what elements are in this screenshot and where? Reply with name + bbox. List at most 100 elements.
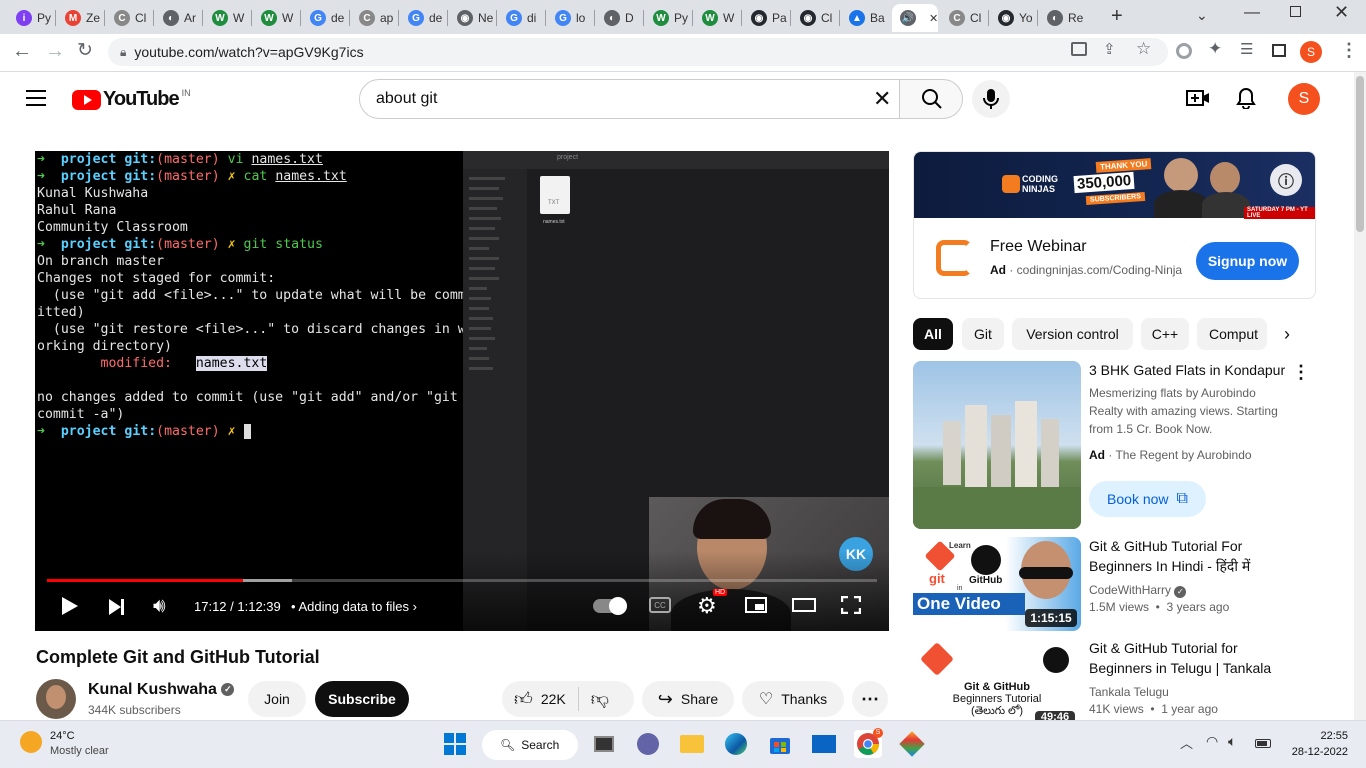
browser-tab[interactable]: Glo <box>547 4 593 32</box>
weather-moon-icon[interactable] <box>20 731 42 753</box>
weather-temp[interactable]: 24°C <box>50 730 75 742</box>
rec-thumbnail-1[interactable]: Learn git GitHub in One Video 1:15:15 <box>913 537 1081 631</box>
filter-chip[interactable]: C++ <box>1141 318 1189 350</box>
ad-info-icon[interactable]: ⓘ <box>1270 164 1302 196</box>
clock-time[interactable]: 22:55 <box>1310 730 1348 742</box>
voice-search-button[interactable] <box>972 80 1010 118</box>
settings-gear-icon[interactable]: ⚙ <box>697 593 717 619</box>
account-avatar[interactable]: S <box>1288 83 1320 115</box>
miniplayer-icon[interactable] <box>745 597 767 613</box>
new-tab-button[interactable]: + <box>1111 6 1131 26</box>
filter-chip[interactable]: All <box>913 318 953 350</box>
thanks-button[interactable]: ♡ Thanks <box>742 681 844 717</box>
microsoft-store-icon[interactable] <box>766 730 794 758</box>
reading-list-icon[interactable]: ☰ <box>1240 40 1253 58</box>
autoplay-toggle[interactable] <box>593 597 627 615</box>
join-button[interactable]: Join <box>248 681 306 717</box>
rec-channel-2[interactable]: Tankala Telugu <box>1089 683 1169 701</box>
filter-chip[interactable]: Comput <box>1197 318 1267 350</box>
fullscreen-icon[interactable] <box>840 595 862 615</box>
share-button[interactable]: ↪ Share <box>642 681 734 717</box>
create-video-icon[interactable] <box>1186 88 1210 108</box>
next-video-icon[interactable] <box>109 599 124 615</box>
chapter-title[interactable]: • Adding data to files › <box>291 599 417 614</box>
browser-tab[interactable]: C Cl <box>106 4 152 32</box>
volume-icon[interactable]: 🔊︎ <box>153 595 166 618</box>
forward-icon[interactable]: → <box>45 40 65 63</box>
browser-tab[interactable]: W Py <box>645 4 691 32</box>
app-launcher-icon[interactable] <box>898 730 926 758</box>
close-tab-icon[interactable]: ✕ <box>929 12 938 25</box>
filter-chip[interactable]: Git <box>962 318 1004 350</box>
taskbar-search[interactable]: 🔍︎ Search <box>482 730 578 760</box>
rec-title-0[interactable]: 3 BHK Gated Flats in Kondapur <box>1089 360 1289 380</box>
browser-tab[interactable]: ◉ Yo <box>990 4 1036 32</box>
battery-icon[interactable] <box>1255 739 1271 748</box>
share-page-icon[interactable]: ⇪ <box>1103 40 1116 58</box>
tab-search-chevron-icon[interactable]: ⌄ <box>1196 7 1208 24</box>
hamburger-menu-icon[interactable] <box>24 86 48 110</box>
windows-start-icon[interactable] <box>441 730 469 758</box>
bookmark-star-icon[interactable]: ☆ <box>1136 39 1151 59</box>
play-icon[interactable] <box>62 597 78 615</box>
wifi-icon[interactable]: ◠ <box>1206 733 1218 750</box>
browser-tab[interactable]: ◉ Ne <box>449 4 495 32</box>
browser-tab[interactable]: ◉ Pa <box>743 4 789 32</box>
more-actions-icon[interactable]: ⋯ <box>852 681 888 717</box>
browser-tab[interactable]: ◐ Ar <box>155 4 201 32</box>
browser-tab[interactable]: Gdi <box>498 4 544 32</box>
browser-menu-icon[interactable]: ⋮ <box>1340 40 1358 61</box>
speaker-icon[interactable]: 🔈︎ <box>1228 733 1236 750</box>
close-window-button[interactable]: ✕ <box>1334 2 1349 23</box>
chips-next-icon[interactable]: › <box>1284 324 1290 345</box>
edge-browser-icon[interactable] <box>722 730 750 758</box>
browser-tab[interactable]: Gde <box>400 4 446 32</box>
tray-overflow-icon[interactable]: ︿ <box>1180 733 1193 752</box>
subscribe-button[interactable]: Subscribe <box>315 681 409 717</box>
ad-banner[interactable]: CODING NINJAS THANK YOU 350,000 SUBSCRIB… <box>914 152 1315 219</box>
browser-tab[interactable]: i Py <box>8 4 54 32</box>
grammarly-extension-icon[interactable] <box>1176 43 1192 59</box>
notifications-bell-icon[interactable] <box>1236 87 1256 109</box>
back-icon[interactable]: ← <box>12 40 32 63</box>
task-view-icon[interactable] <box>590 730 618 758</box>
maximize-button[interactable] <box>1290 6 1301 17</box>
browser-tab[interactable]: C Cl <box>941 4 987 32</box>
sponsored-thumbnail[interactable] <box>913 361 1081 529</box>
clock-date[interactable]: 28-12-2022 <box>1284 746 1348 758</box>
browser-tab[interactable]: Cap <box>351 4 397 32</box>
rec-title-1[interactable]: Git & GitHub Tutorial For Beginners In H… <box>1089 536 1289 576</box>
book-now-button[interactable]: Book now ⧉ <box>1089 481 1206 517</box>
like-icon[interactable]: 👍︎ <box>514 688 533 710</box>
browser-tab[interactable]: Gde <box>302 4 348 32</box>
theater-mode-icon[interactable] <box>792 598 816 612</box>
minimize-button[interactable]: — <box>1244 4 1260 22</box>
signup-now-button[interactable]: Signup now <box>1196 242 1299 280</box>
video-progress-bar[interactable] <box>47 579 877 582</box>
video-player[interactable]: ➜ project git:(master) vi names.txt ➜ pr… <box>35 151 889 631</box>
rec-thumbnail-2[interactable]: Git & GitHub Beginners Tutorial (తెలుగు లో… <box>913 639 1081 720</box>
side-panel-icon[interactable] <box>1272 44 1286 57</box>
ad-card[interactable]: CODING NINJAS THANK YOU 350,000 SUBSCRIB… <box>913 151 1316 299</box>
browser-tab[interactable]: ◐ Re <box>1039 4 1085 32</box>
browser-tab[interactable]: WW <box>694 4 740 32</box>
channel-name[interactable]: Kunal Kushwaha ✓ <box>88 681 235 699</box>
browser-tab[interactable]: 🔊 ✕ <box>892 4 938 32</box>
channel-avatar[interactable] <box>36 679 76 719</box>
search-button[interactable] <box>899 79 963 119</box>
browser-tab[interactable]: ◉ Cl <box>792 4 838 32</box>
extensions-puzzle-icon[interactable]: ✦ <box>1208 39 1222 59</box>
rec-title-2[interactable]: Git & GitHub Tutorial for Beginners in T… <box>1089 638 1289 678</box>
scrollbar-thumb[interactable] <box>1356 76 1364 232</box>
mail-icon[interactable] <box>810 730 838 758</box>
weather-desc[interactable]: Mostly clear <box>50 745 109 757</box>
browser-tab[interactable]: M Ze <box>57 4 103 32</box>
youtube-logo[interactable]: YouTube IN <box>72 88 191 111</box>
rec-more-icon-0[interactable]: ⋮ <box>1292 362 1310 383</box>
omnibox[interactable]: 🔒︎ youtube.com/watch?v=apGV9Kg7ics <box>108 38 1168 66</box>
reload-icon[interactable]: ↻ <box>77 39 93 62</box>
browser-tab[interactable]: WW <box>204 4 250 32</box>
captions-icon[interactable]: CC <box>649 597 671 613</box>
install-app-icon[interactable] <box>1071 42 1087 56</box>
clear-search-icon[interactable]: ✕ <box>873 86 891 112</box>
